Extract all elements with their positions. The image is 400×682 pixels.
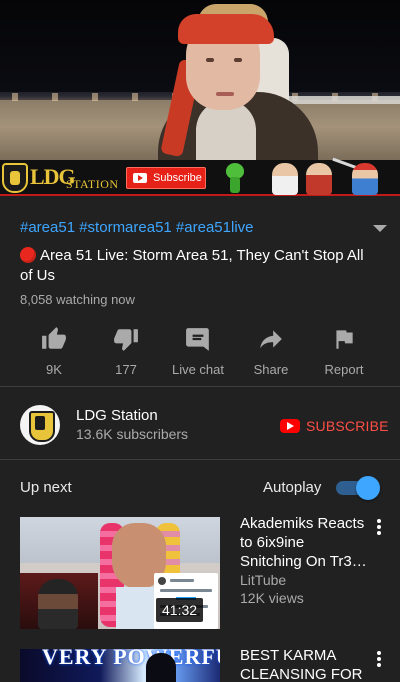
subscribe-label: SUBSCRIBE <box>306 418 389 434</box>
channel-avatar[interactable] <box>20 405 60 445</box>
share-button[interactable]: Share <box>236 322 306 378</box>
watching-count: 8,058 watching now <box>20 292 135 307</box>
cartoon-character-3 <box>352 163 378 195</box>
autoplay-toggle[interactable] <box>336 476 380 500</box>
play-icon <box>133 173 147 183</box>
video-info[interactable]: Akademiks Reacts to 6ix9ine Snitching On… <box>240 514 370 607</box>
video-channel: LitTube <box>240 572 287 588</box>
live-indicator-icon <box>20 247 36 263</box>
live-chat-button[interactable]: Live chat <box>163 322 233 378</box>
report-label: Report <box>324 362 364 377</box>
youtube-watch-page: LDG STATION Subscribe #area51 #stormarea… <box>0 0 400 682</box>
channel-banner: LDG STATION Subscribe <box>0 157 400 196</box>
video-title: Area 51 Live: Storm Area 51, They Can't … <box>20 247 364 284</box>
video-title[interactable]: Akademiks Reacts to 6ix9ine Snitching On… <box>240 514 370 571</box>
more-options-icon[interactable] <box>376 519 382 537</box>
video-presenter <box>150 0 320 160</box>
video-hashtags[interactable]: #area51 #stormarea51 #area51live <box>20 219 254 236</box>
banner-subscribe-button[interactable]: Subscribe <box>126 167 206 189</box>
more-options-icon[interactable] <box>376 651 382 669</box>
video-info[interactable]: BEST KARMA CLEANSING FOR <box>240 646 370 682</box>
video-views: 12K views <box>240 590 304 606</box>
cartoon-character-2 <box>306 163 332 195</box>
video-duration-badge: 41:32 <box>156 598 204 622</box>
thumbs-up-icon <box>41 326 67 352</box>
video-actions-bar: 9K 177 Live chat Share Report <box>0 322 400 378</box>
like-count: 9K <box>46 362 62 377</box>
video-player[interactable] <box>0 0 400 160</box>
banner-subscribe-label: Subscribe <box>153 172 202 184</box>
share-label: Share <box>253 362 289 377</box>
thumbnail-text: VERY POWERFUL <box>42 649 220 669</box>
video-title[interactable]: BEST KARMA CLEANSING FOR <box>240 646 370 682</box>
channel-name[interactable]: LDG Station <box>76 407 158 424</box>
live-chat-label: Live chat <box>171 362 225 377</box>
expand-description-icon[interactable] <box>373 225 387 232</box>
up-next-heading: Up next <box>20 479 72 496</box>
divider <box>0 459 400 460</box>
divider <box>0 386 400 387</box>
report-button[interactable]: Report <box>309 322 379 378</box>
share-arrow-icon <box>258 326 284 352</box>
flag-icon <box>331 326 357 352</box>
video-title-row: Area 51 Live: Storm Area 51, They Can't … <box>20 246 370 286</box>
subscribe-button[interactable]: SUBSCRIBE <box>280 416 389 436</box>
banner-logo-subtext: STATION <box>66 177 119 191</box>
dislike-button[interactable]: 177 <box>91 322 161 378</box>
lion-emblem-icon <box>2 163 28 193</box>
cartoon-character-1 <box>272 163 298 195</box>
thumbs-down-icon <box>113 326 139 352</box>
youtube-logo-icon <box>280 419 300 433</box>
autoplay-label: Autoplay <box>263 479 322 496</box>
chat-icon <box>185 326 211 352</box>
channel-subscriber-count: 13.6K subscribers <box>76 426 189 442</box>
video-thumbnail[interactable]: VERY POWERFUL <box>20 649 220 682</box>
duration-text: 41:32 <box>162 602 198 618</box>
like-button[interactable]: 9K <box>19 322 89 378</box>
dislike-count: 177 <box>115 362 137 377</box>
alien-icon <box>224 163 246 193</box>
